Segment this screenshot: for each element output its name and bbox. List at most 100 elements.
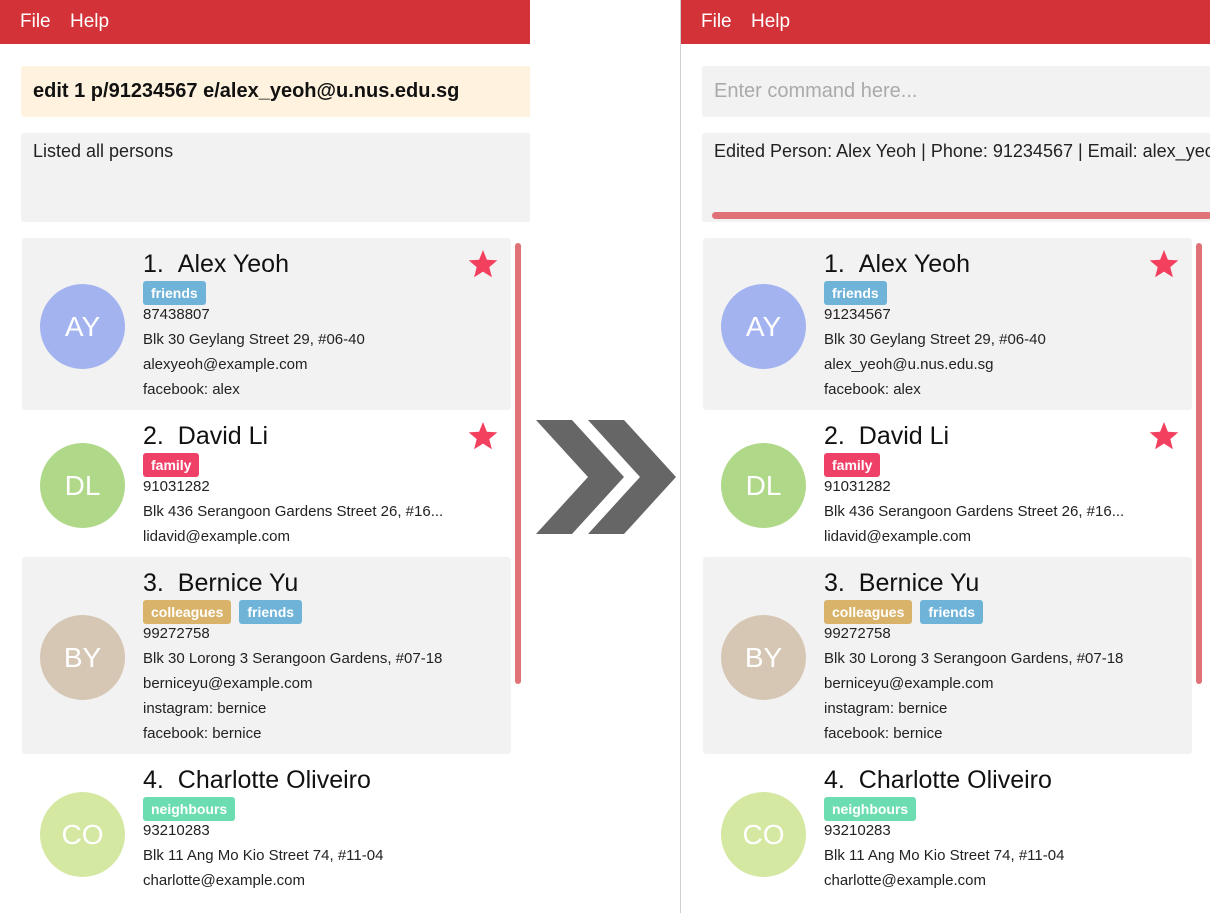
result-scrollbar[interactable] xyxy=(712,212,1210,219)
command-input[interactable] xyxy=(714,77,1210,105)
file-menu[interactable]: File xyxy=(701,11,732,33)
avatar: BY xyxy=(721,615,806,700)
menu-bar: File Help xyxy=(0,0,530,44)
person-card[interactable]: DL 2. David Li family 91031282 Blk 436 Seran… xyxy=(703,410,1192,557)
tag-family: family xyxy=(824,453,881,477)
result-display: Edited Person: Alex Yeoh | Phone: 912345… xyxy=(702,133,1210,222)
avatar: DL xyxy=(721,443,806,528)
person-field: Blk 436 Serangoon Gardens Street 26, #16… xyxy=(824,503,1125,520)
person-field: instagram: bernice xyxy=(824,700,948,717)
tag-neighbours: neighbours xyxy=(824,797,917,821)
person-field: instagram: bernice xyxy=(143,700,267,717)
person-field: Blk 30 Lorong 3 Serangoon Gardens, #07-1… xyxy=(143,650,443,667)
tag-colleagues: colleagues xyxy=(824,600,913,624)
person-field: facebook: alex xyxy=(824,381,921,398)
tag-friends: friends xyxy=(920,600,984,624)
person-name-text: Alex Yeoh xyxy=(858,250,970,278)
after-window: File Help Edited Person: Alex Yeoh | Pho… xyxy=(680,0,1210,913)
person-field: alexyeoh@example.com xyxy=(143,356,308,373)
command-box xyxy=(702,66,1210,117)
person-field: 91234567 xyxy=(824,306,891,323)
person-field: Blk 11 Ang Mo Kio Street 74, #11-04 xyxy=(824,847,1065,864)
tag-friends: friends xyxy=(824,281,887,305)
person-name-text: David Li xyxy=(177,422,269,450)
star-icon xyxy=(1149,250,1179,278)
menu-bar: File Help xyxy=(681,0,1210,44)
tag-list: family xyxy=(824,453,888,477)
help-menu[interactable]: Help xyxy=(751,11,790,33)
result-display: Listed all persons xyxy=(21,133,530,222)
star-icon xyxy=(468,422,498,450)
person-index: 2. xyxy=(824,422,845,450)
tag-friends: friends xyxy=(239,600,303,624)
person-field: charlotte@example.com xyxy=(143,872,305,889)
avatar: DL xyxy=(40,443,125,528)
person-name: 4. Charlotte Oliveiro xyxy=(143,766,371,795)
person-card[interactable]: AY 1. Alex Yeoh friends 87438807 Blk 30 Geyl… xyxy=(22,238,511,410)
person-field: 99272758 xyxy=(143,625,210,642)
command-box xyxy=(21,66,530,117)
person-card[interactable]: CO 4. Charlotte Oliveiro neighbours 9321028… xyxy=(22,754,511,904)
tag-list: friends xyxy=(143,281,214,305)
result-text: Edited Person: Alex Yeoh | Phone: 912345… xyxy=(714,141,1210,161)
person-index: 4. xyxy=(824,766,845,794)
person-index: 4. xyxy=(143,766,164,794)
file-menu[interactable]: File xyxy=(20,11,51,33)
person-field: berniceyu@example.com xyxy=(824,675,994,692)
person-card[interactable]: BY 3. Bernice Yu colleagues friends 99272758… xyxy=(703,557,1192,754)
person-name-text: David Li xyxy=(858,422,950,450)
person-index: 1. xyxy=(824,250,845,278)
person-card[interactable]: DL 2. David Li family 91031282 Blk 436 Seran… xyxy=(22,410,511,557)
person-list[interactable]: AY 1. Alex Yeoh friends 91234567 Blk 30 Geyl… xyxy=(702,238,1194,913)
person-field: Blk 30 Geylang Street 29, #06-40 xyxy=(143,331,365,348)
command-input[interactable] xyxy=(33,77,530,105)
result-text: Listed all persons xyxy=(33,141,174,161)
person-field: facebook: bernice xyxy=(143,725,262,742)
person-card[interactable]: AY 1. Alex Yeoh friends 91234567 Blk 30 Geyl… xyxy=(703,238,1192,410)
person-name-text: Alex Yeoh xyxy=(177,250,289,278)
person-field: 99272758 xyxy=(824,625,891,642)
person-field: facebook: alex xyxy=(143,381,240,398)
person-name: 1. Alex Yeoh xyxy=(824,250,970,279)
person-field: 87438807 xyxy=(143,306,210,323)
star-icon xyxy=(468,250,498,278)
person-name: 3. Bernice Yu xyxy=(143,569,298,598)
person-field: 91031282 xyxy=(824,478,891,495)
person-field: 91031282 xyxy=(143,478,210,495)
person-name: 3. Bernice Yu xyxy=(824,569,979,598)
tag-neighbours: neighbours xyxy=(143,797,236,821)
person-card[interactable]: BY 3. Bernice Yu colleagues friends 99272758… xyxy=(22,557,511,754)
person-name-text: Charlotte Oliveiro xyxy=(177,766,371,794)
person-name: 2. David Li xyxy=(143,422,268,451)
help-menu[interactable]: Help xyxy=(70,11,109,33)
person-name-text: Bernice Yu xyxy=(858,569,980,597)
tag-list: friends xyxy=(824,281,895,305)
person-field: lidavid@example.com xyxy=(824,528,971,545)
person-index: 3. xyxy=(143,569,164,597)
avatar: AY xyxy=(721,284,806,369)
person-field: 93210283 xyxy=(143,822,210,839)
tag-family: family xyxy=(143,453,200,477)
list-scrollbar[interactable] xyxy=(1196,243,1202,684)
person-field: berniceyu@example.com xyxy=(143,675,313,692)
avatar: CO xyxy=(721,792,806,877)
person-list[interactable]: AY 1. Alex Yeoh friends 87438807 Blk 30 Geyl… xyxy=(21,238,513,913)
person-index: 3. xyxy=(824,569,845,597)
star-icon xyxy=(1149,422,1179,450)
person-name-text: Bernice Yu xyxy=(177,569,299,597)
tag-friends: friends xyxy=(143,281,206,305)
person-name: 2. David Li xyxy=(824,422,949,451)
tag-list: colleagues friends xyxy=(824,600,991,624)
person-name: 4. Charlotte Oliveiro xyxy=(824,766,1052,795)
person-field: charlotte@example.com xyxy=(824,872,986,889)
person-name-text: Charlotte Oliveiro xyxy=(858,766,1052,794)
tag-list: colleagues friends xyxy=(143,600,310,624)
person-card[interactable]: CO 4. Charlotte Oliveiro neighbours 9321028… xyxy=(703,754,1192,904)
tag-list: family xyxy=(143,453,207,477)
before-window: File Help Listed all persons AY 1. Alex Y… xyxy=(0,0,530,913)
tag-list: neighbours xyxy=(143,797,243,821)
list-scrollbar[interactable] xyxy=(515,243,521,684)
avatar: AY xyxy=(40,284,125,369)
person-field: 93210283 xyxy=(824,822,891,839)
double-chevron-right-icon xyxy=(536,420,676,534)
